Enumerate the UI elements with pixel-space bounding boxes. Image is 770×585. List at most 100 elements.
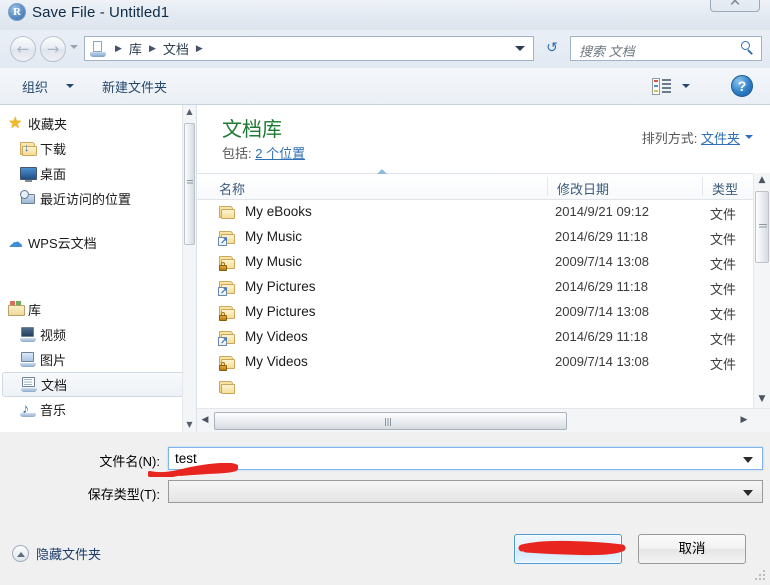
file-date: 2009/7/14 13:08 xyxy=(555,354,649,369)
forward-button[interactable]: → xyxy=(40,36,66,62)
file-type: 文件 xyxy=(710,257,737,272)
sidebar-item-favorites[interactable]: ★ 收藏夹 xyxy=(0,111,196,136)
arrange-value[interactable]: 文件夹 xyxy=(701,131,740,146)
organize-caret-icon[interactable] xyxy=(66,84,74,88)
library-includes: 包括: 2 个位置 xyxy=(222,143,305,162)
scroll-up-icon[interactable]: ▲ xyxy=(754,173,770,189)
close-button[interactable]: ✕ xyxy=(710,0,760,12)
scroll-right-icon[interactable]: ▶ xyxy=(736,412,752,429)
scroll-left-icon[interactable]: ◀ xyxy=(197,412,213,429)
desktop-icon xyxy=(20,165,37,182)
sidebar-item-documents[interactable]: 文档 xyxy=(2,372,187,397)
save-button[interactable]: Save xyxy=(514,534,622,564)
new-folder-button[interactable]: 新建文件夹 xyxy=(102,77,167,96)
breadcrumb-dropdown-icon[interactable] xyxy=(515,46,525,51)
sidebar-item-pictures[interactable]: 图片 xyxy=(0,347,196,372)
sidebar-label: 音乐 xyxy=(40,403,67,418)
view-mode-icon[interactable] xyxy=(652,78,671,95)
table-row[interactable]: My Pictures 2009/7/14 13:08 文件 xyxy=(197,300,770,325)
includes-label: 包括: xyxy=(222,146,252,161)
breadcrumb-item-libraries[interactable]: 库 xyxy=(126,39,145,58)
file-list-scrollbar[interactable]: ▲ ▼ xyxy=(753,173,770,408)
table-row[interactable]: ↗ My Pictures 2014/6/29 11:18 文件 xyxy=(197,275,770,300)
file-list: My eBooks 2014/9/21 09:12 文件 ↗ My Music … xyxy=(197,200,770,408)
forward-arrow-icon: → xyxy=(46,40,60,58)
sidebar-item-music[interactable]: ♪ 音乐 xyxy=(0,397,196,422)
scroll-down-icon[interactable]: ▼ xyxy=(183,418,196,432)
file-name: My eBooks xyxy=(245,204,312,219)
sidebar-label: 收藏夹 xyxy=(28,117,68,132)
sort-ascending-icon xyxy=(377,169,387,174)
filename-input[interactable]: test xyxy=(168,447,763,470)
videos-library-icon xyxy=(20,326,37,343)
column-divider[interactable] xyxy=(547,177,548,196)
file-type: 文件 xyxy=(710,207,737,222)
file-list-hscrollbar[interactable]: ◀ ▶ xyxy=(197,408,770,432)
recent-places-icon xyxy=(20,190,37,207)
navigation-pane: ★ 收藏夹 ↓ 下载 桌面 最近访问的位置 ☁ WPS云文档 库 视频 图片 文… xyxy=(0,105,196,432)
savetype-select[interactable] xyxy=(168,480,763,503)
column-divider[interactable] xyxy=(702,177,703,196)
breadcrumb-item-documents[interactable]: 文档 xyxy=(160,39,192,58)
library-header: 文档库 包括: 2 个位置 排列方式: 文件夹 xyxy=(197,105,770,173)
folder-locked-icon xyxy=(219,255,236,271)
file-date: 2009/7/14 13:08 xyxy=(555,304,649,319)
breadcrumb-separator: ▶ xyxy=(195,43,203,53)
chevron-down-icon[interactable] xyxy=(743,457,753,463)
column-header-name[interactable]: 名称 xyxy=(219,179,245,198)
scroll-up-icon[interactable]: ▲ xyxy=(183,105,196,119)
organize-button[interactable]: 组织 xyxy=(22,77,48,96)
back-arrow-icon: ← xyxy=(16,40,30,58)
sidebar-item-downloads[interactable]: ↓ 下载 xyxy=(0,136,196,161)
command-toolbar: 组织 新建文件夹 ? xyxy=(0,68,770,105)
table-row[interactable] xyxy=(197,375,770,400)
sidebar-item-desktop[interactable]: 桌面 xyxy=(0,161,196,186)
breadcrumb-separator: ▶ xyxy=(115,43,122,53)
file-name: My Music xyxy=(245,254,302,269)
folder-locked-icon xyxy=(219,355,236,371)
file-date: 2014/6/29 11:18 xyxy=(555,279,649,294)
search-input[interactable]: 搜索 文档 xyxy=(579,41,635,60)
folder-icon xyxy=(219,380,236,395)
table-row[interactable]: My eBooks 2014/9/21 09:12 文件 xyxy=(197,200,770,225)
sidebar-scrollbar[interactable]: ▲ ▼ xyxy=(182,105,196,432)
chevron-down-icon[interactable] xyxy=(743,490,753,496)
sidebar-label: 最近访问的位置 xyxy=(40,192,132,207)
sidebar-label: 库 xyxy=(28,303,42,318)
filename-value: test xyxy=(175,451,197,466)
cancel-button[interactable]: 取消 xyxy=(638,534,746,564)
file-list-scrollbar-thumb[interactable] xyxy=(755,191,769,263)
file-type: 文件 xyxy=(710,282,737,297)
hide-folders-button[interactable]: 隐藏文件夹 xyxy=(12,544,101,563)
back-button[interactable]: ← xyxy=(10,36,36,62)
search-box[interactable]: 搜索 文档 xyxy=(570,36,762,61)
refresh-button[interactable]: ↺ xyxy=(541,38,563,59)
folder-locked-icon xyxy=(219,305,236,321)
sidebar-item-libraries[interactable]: 库 xyxy=(0,297,196,322)
help-button[interactable]: ? xyxy=(731,75,753,97)
sidebar-label: 视频 xyxy=(40,328,67,343)
sidebar-item-wps-cloud[interactable]: ☁ WPS云文档 xyxy=(0,230,196,255)
file-list-hscrollbar-thumb[interactable] xyxy=(214,412,567,430)
table-row[interactable]: My Music 2009/7/14 13:08 文件 xyxy=(197,250,770,275)
breadcrumb-bar[interactable]: ▶ 库 ▶ 文档 ▶ xyxy=(84,36,534,61)
sidebar-label: 桌面 xyxy=(40,167,67,182)
history-dropdown-icon[interactable] xyxy=(70,45,78,49)
table-row[interactable]: My Videos 2009/7/14 13:08 文件 xyxy=(197,350,770,375)
table-row[interactable]: ↗ My Music 2014/6/29 11:18 文件 xyxy=(197,225,770,250)
view-mode-caret-icon[interactable] xyxy=(682,84,690,88)
includes-locations-link[interactable]: 2 个位置 xyxy=(255,146,305,161)
arrange-caret-icon[interactable] xyxy=(745,135,753,139)
sidebar-label: WPS云文档 xyxy=(28,236,97,251)
close-icon: ✕ xyxy=(728,0,742,10)
column-header-type[interactable]: 类型 xyxy=(712,179,738,198)
window-title: Save File - Untitled1 xyxy=(32,4,170,21)
sidebar-scrollbar-thumb[interactable] xyxy=(184,123,195,245)
sidebar-item-videos[interactable]: 视频 xyxy=(0,322,196,347)
resize-grip[interactable] xyxy=(755,570,767,582)
scroll-down-icon[interactable]: ▼ xyxy=(754,392,770,408)
sidebar-item-recent-places[interactable]: 最近访问的位置 xyxy=(0,186,196,211)
column-header-date[interactable]: 修改日期 xyxy=(557,179,609,198)
dialog-footer: 隐藏文件夹 Save 取消 xyxy=(0,517,770,585)
table-row[interactable]: ↗ My Videos 2014/6/29 11:18 文件 xyxy=(197,325,770,350)
